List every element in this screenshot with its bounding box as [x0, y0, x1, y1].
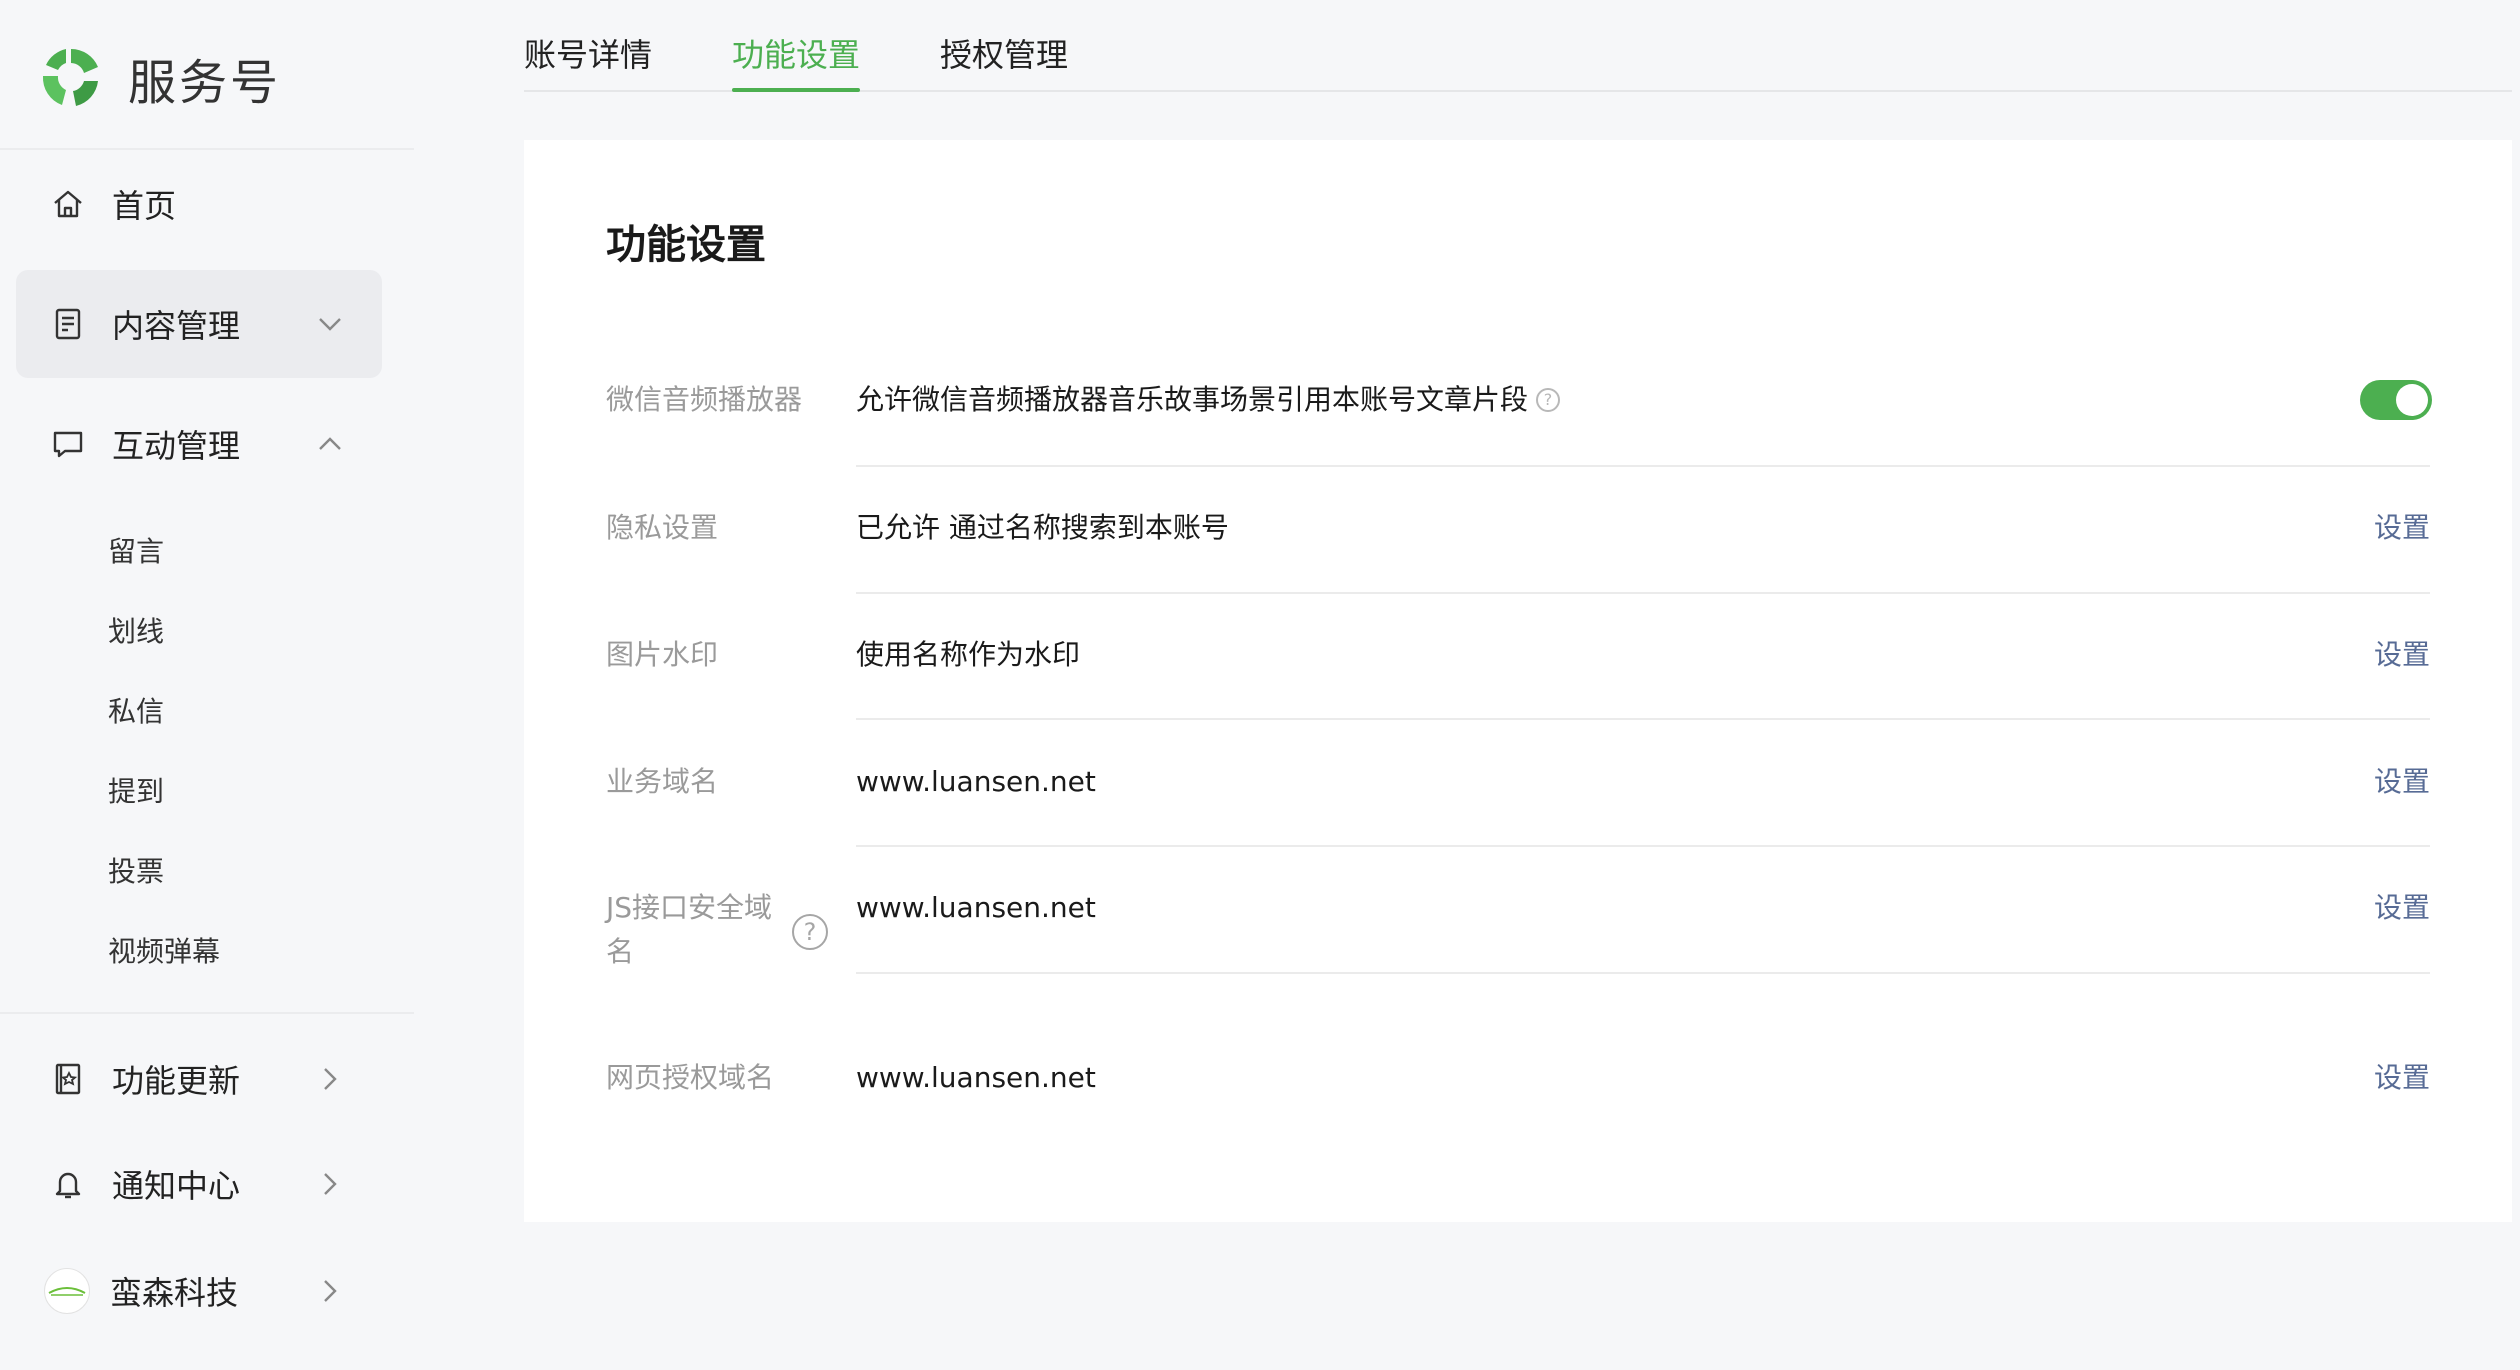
nav-notifications-label: 通知中心	[112, 1167, 241, 1205]
row-label-js-domain-line1: JS接口安全域	[606, 891, 773, 924]
audio-player-description: 允许微信音频播放器音乐故事场景引用本账号文章片段	[856, 383, 1529, 416]
avatar	[44, 1268, 90, 1314]
row-label-oauth-domain: 网页授权域名	[606, 1061, 775, 1094]
nav-interaction-management[interactable]: 互动管理	[16, 390, 382, 498]
sub-item-mentions[interactable]: 提到	[108, 758, 358, 822]
oauth-domain-settings-link[interactable]: 设置	[2374, 1056, 2430, 1100]
nav-account-label: 蛮森科技	[110, 1274, 239, 1312]
wechat-service-logo-icon	[42, 48, 98, 106]
chevron-up-icon	[319, 437, 341, 450]
tab-bar: 账号详情 功能设置 授权管理	[524, 0, 2512, 92]
bell-icon	[50, 1166, 86, 1202]
toggle-knob	[2396, 384, 2428, 416]
app: 服务号 首页 内容管理 互动管理 留言 划线 私信 提到 投票 视频弹幕 功能更…	[0, 0, 2520, 1370]
row-divider	[856, 845, 2430, 847]
sub-item-vote[interactable]: 投票	[108, 838, 358, 902]
privacy-settings-link[interactable]: 设置	[2374, 506, 2430, 550]
nav-interaction-label: 互动管理	[112, 427, 241, 465]
chevron-right-icon	[324, 1173, 337, 1195]
help-icon[interactable]: ?	[792, 914, 828, 950]
tab-feature-settings[interactable]: 功能设置	[732, 30, 861, 92]
row-label-audio-player: 微信音频播放器	[606, 383, 803, 416]
chevron-down-icon	[319, 318, 341, 331]
row-value-audio-player: 允许微信音频播放器音乐故事场景引用本账号文章片段 ?	[856, 378, 1561, 422]
row-value-business-domain: www.luansen.net	[856, 765, 1096, 798]
nav-content-management[interactable]: 内容管理	[16, 270, 382, 378]
sidebar-divider	[0, 1012, 414, 1014]
row-divider	[856, 718, 2430, 720]
page-title: 功能设置	[606, 222, 766, 268]
feature-book-icon	[50, 1061, 86, 1097]
row-label-business-domain: 业务域名	[606, 765, 719, 798]
nav-account[interactable]: 蛮森科技	[16, 1237, 382, 1345]
row-value-privacy: 已允许 通过名称搜索到本账号	[856, 511, 1229, 544]
row-label-privacy: 隐私设置	[606, 511, 719, 544]
nav-home[interactable]: 首页	[16, 150, 382, 258]
nav-home-label: 首页	[112, 187, 177, 225]
audio-player-toggle[interactable]	[2360, 380, 2432, 420]
help-icon[interactable]: ?	[1536, 388, 1561, 412]
home-icon	[50, 186, 86, 222]
settings-panel: 功能设置 微信音频播放器 允许微信音频播放器音乐故事场景引用本账号文章片段 ? …	[524, 140, 2512, 1222]
row-label-js-domain-line2: 名	[606, 935, 635, 968]
row-value-oauth-domain: www.luansen.net	[856, 1061, 1096, 1094]
sub-item-video-danmaku[interactable]: 视频弹幕	[108, 918, 358, 982]
js-domain-settings-link[interactable]: 设置	[2374, 886, 2430, 930]
message-icon	[50, 426, 86, 462]
sub-item-private-message[interactable]: 私信	[108, 678, 358, 742]
row-value-js-domain: www.luansen.net	[856, 891, 1096, 924]
tab-account-details[interactable]: 账号详情	[524, 30, 652, 92]
nav-notification-center[interactable]: 通知中心	[16, 1130, 382, 1238]
sidebar: 服务号 首页 内容管理 互动管理 留言 划线 私信 提到 投票 视频弹幕 功能更…	[0, 0, 414, 1370]
row-divider	[856, 592, 2430, 594]
nav-updates-label: 功能更新	[112, 1062, 241, 1100]
brand[interactable]: 服务号	[36, 40, 281, 116]
row-label-watermark: 图片水印	[606, 638, 719, 671]
row-divider	[856, 972, 2430, 974]
chevron-right-icon	[324, 1068, 337, 1090]
brand-name: 服务号	[128, 55, 282, 111]
account-logo-icon	[48, 1287, 86, 1296]
sub-item-comments[interactable]: 留言	[108, 518, 358, 582]
business-domain-settings-link[interactable]: 设置	[2374, 760, 2430, 804]
row-value-watermark: 使用名称作为水印	[856, 638, 1081, 671]
chevron-right-icon	[324, 1280, 337, 1302]
nav-content-label: 内容管理	[112, 307, 241, 345]
nav-feature-updates[interactable]: 功能更新	[16, 1025, 382, 1133]
row-divider	[856, 465, 2430, 467]
watermark-settings-link[interactable]: 设置	[2374, 633, 2430, 677]
tab-authorization-management[interactable]: 授权管理	[940, 30, 1068, 92]
document-icon	[50, 306, 86, 342]
sub-item-underline[interactable]: 划线	[108, 598, 358, 662]
